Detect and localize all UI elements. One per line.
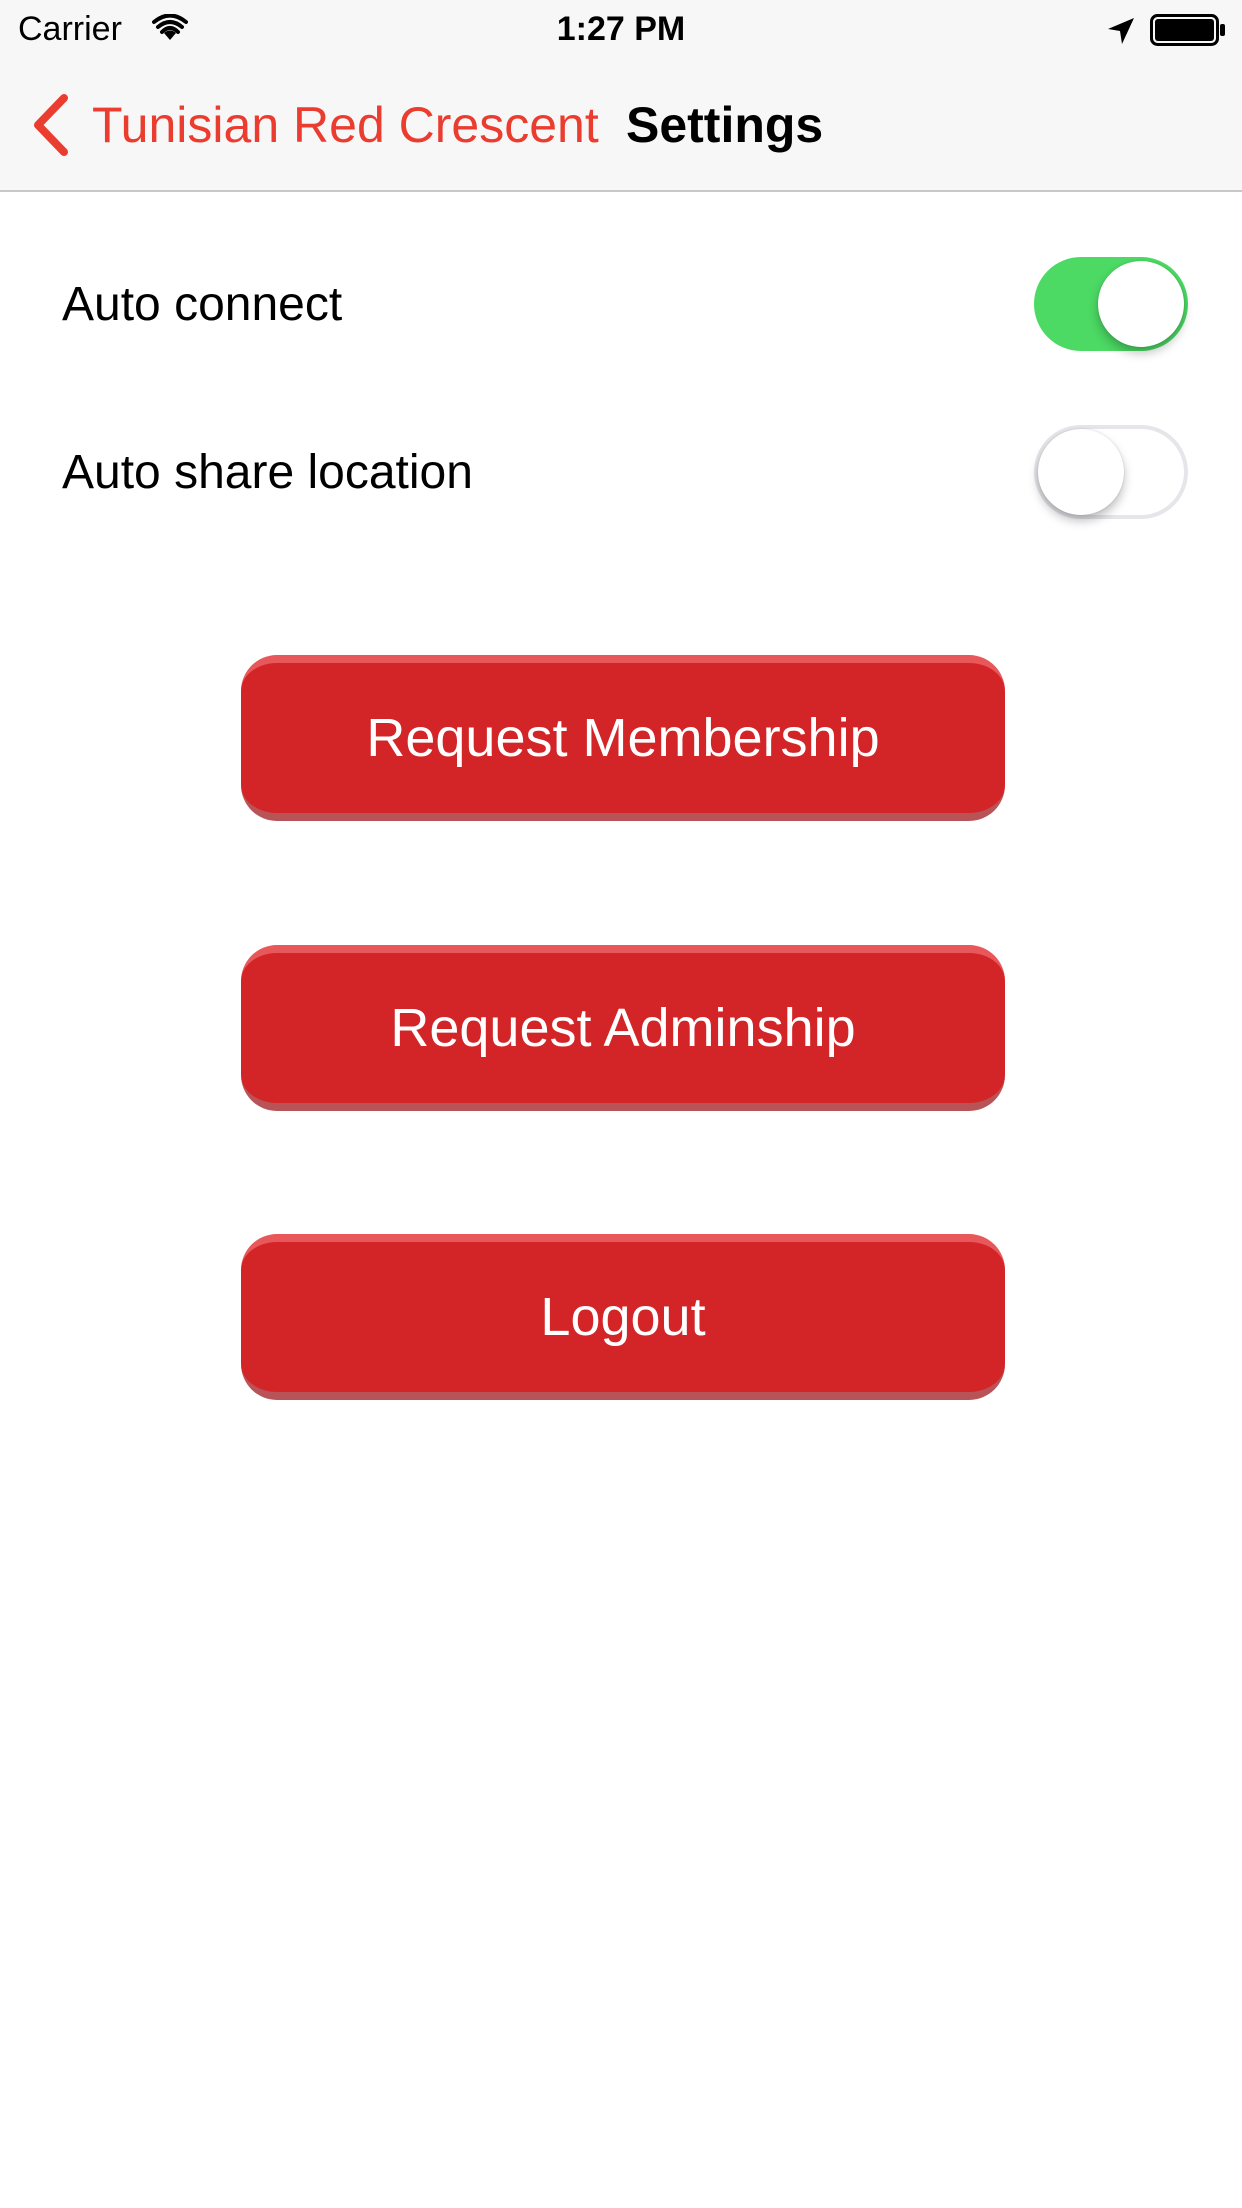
navigation-bar: Tunisian Red Crescent Settings [0, 60, 1242, 192]
chevron-left-icon [34, 94, 68, 156]
auto-share-location-toggle[interactable] [1034, 425, 1188, 519]
page-title: Settings [626, 97, 824, 153]
toggle-knob [1038, 429, 1124, 515]
setting-row-auto-connect: Auto connect [0, 245, 1242, 365]
status-bar: Carrier 1:27 PM [0, 0, 1242, 60]
location-arrow-icon [1108, 18, 1134, 44]
auto-share-location-label: Auto share location [62, 446, 473, 499]
logout-button[interactable]: Logout [241, 1234, 1005, 1400]
back-button[interactable]: Tunisian Red Crescent [30, 90, 599, 160]
request-adminship-button[interactable]: Request Adminship [241, 945, 1005, 1111]
toggle-knob [1098, 261, 1184, 347]
status-time: 1:27 PM [556, 10, 686, 48]
request-membership-button[interactable]: Request Membership [241, 655, 1005, 821]
back-label: Tunisian Red Crescent [92, 97, 599, 153]
setting-row-auto-share-location: Auto share location [0, 413, 1242, 533]
battery-icon [1150, 14, 1225, 46]
auto-connect-toggle[interactable] [1034, 257, 1188, 351]
auto-connect-label: Auto connect [62, 278, 343, 331]
